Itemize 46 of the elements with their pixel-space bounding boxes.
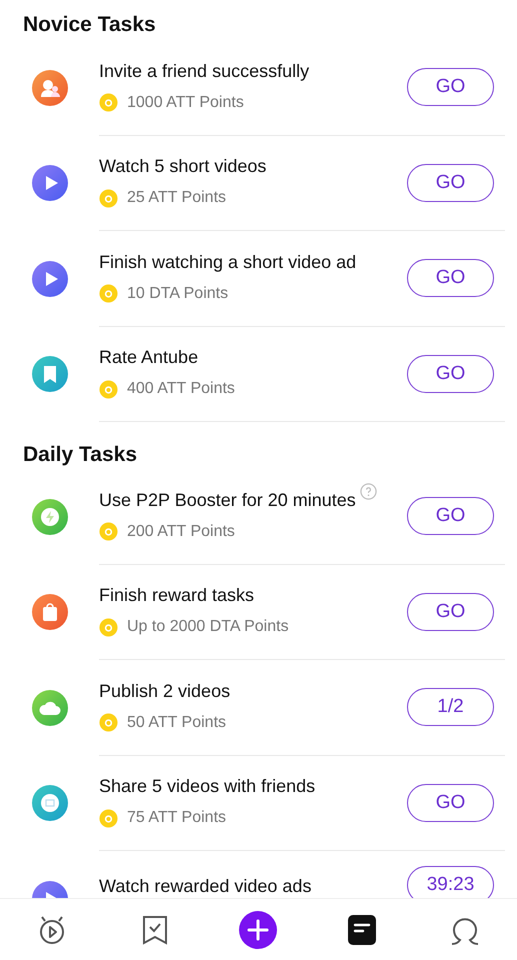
- task-action-button[interactable]: GO: [407, 164, 494, 202]
- reward-points: 50 ATT Points: [127, 712, 226, 733]
- task-title: Finish reward tasks: [99, 585, 254, 606]
- notes-icon[interactable]: [348, 914, 376, 944]
- coin-icon: [99, 522, 118, 542]
- coin-icon: [99, 808, 118, 828]
- task-action-button[interactable]: GO: [407, 354, 494, 393]
- task-title: Invite a friend successfully: [99, 60, 310, 81]
- task-action-button[interactable]: GO: [407, 592, 494, 631]
- coin-icon: [99, 284, 118, 304]
- task-title: Share 5 videos with friends: [99, 776, 316, 796]
- reward-points: 400 ATT Points: [127, 379, 235, 400]
- reward-points: Up to 2000 DTA Points: [127, 617, 289, 638]
- reward-points: 75 ATT Points: [127, 808, 226, 828]
- cloud-icon: [32, 690, 68, 726]
- reward-points: 25 ATT Points: [127, 188, 226, 208]
- section-heading: Novice Tasks: [22, 12, 157, 38]
- task-action-button[interactable]: GO: [407, 784, 494, 822]
- task-action-button[interactable]: GO: [407, 68, 494, 106]
- task-action-button[interactable]: GO: [407, 497, 494, 536]
- task-title: Use P2P Booster for 20 minutes: [99, 490, 356, 510]
- task-action-button[interactable]: 39:23: [407, 866, 494, 898]
- coin-icon: [99, 93, 118, 112]
- coin-icon: [99, 713, 118, 732]
- task-title: Rate Antube: [99, 347, 198, 368]
- reward-points: 200 ATT Points: [127, 522, 235, 542]
- bookmark-icon: [32, 356, 68, 392]
- bag-icon: [32, 594, 68, 630]
- task-action-button[interactable]: 1/2: [407, 688, 494, 726]
- task-title: Publish 2 videos: [99, 680, 230, 701]
- task-title: Finish watching a short video ad: [99, 252, 356, 272]
- coin-icon: [99, 618, 118, 637]
- play-icon: [32, 165, 68, 202]
- bookmark-check-icon[interactable]: [141, 914, 170, 946]
- task-title: Watch rewarded video ads: [99, 876, 312, 896]
- task-title: Watch 5 short videos: [99, 156, 266, 176]
- bolt-icon: [32, 498, 68, 535]
- add-icon[interactable]: [238, 910, 278, 950]
- section-heading: Daily Tasks: [22, 442, 138, 468]
- task-action-button[interactable]: GO: [407, 259, 494, 298]
- coin-icon: [99, 188, 118, 208]
- friends-icon: [32, 70, 68, 106]
- coin-icon: [99, 380, 118, 399]
- reward-points: 1000 ATT Points: [127, 92, 244, 113]
- play-icon: [32, 260, 68, 297]
- reward-points: 10 DTA Points: [127, 284, 228, 304]
